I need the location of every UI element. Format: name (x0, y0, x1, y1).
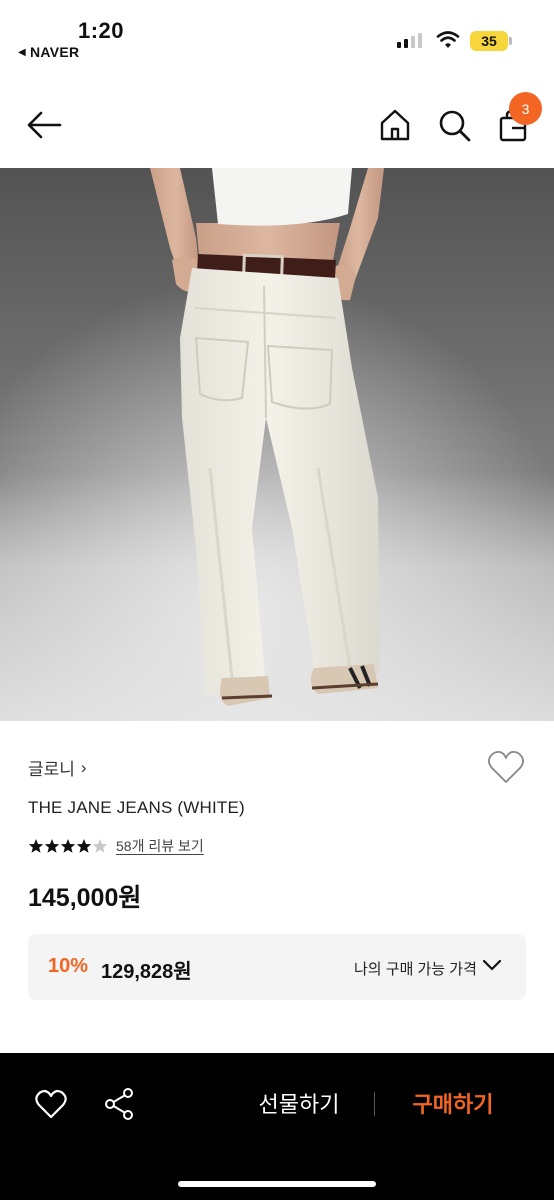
back-triangle-icon: ◀ (18, 46, 26, 58)
gift-button[interactable]: 선물하기 (240, 1085, 358, 1121)
heart-outline-icon[interactable] (486, 748, 526, 786)
product-price: 145,000원 (28, 884, 142, 912)
cellular-signal-icon (397, 33, 422, 48)
discount-rate: 10% (48, 955, 89, 977)
discount-price-box[interactable]: 10% 129,828원 나의 구매 가능 가격 (28, 934, 526, 1000)
wifi-icon (436, 31, 460, 48)
battery-tip (509, 37, 512, 45)
arrow-left-icon[interactable] (26, 108, 64, 142)
product-photo (0, 168, 554, 721)
back-app-label: NAVER (30, 44, 80, 60)
back-to-app[interactable]: ◀ NAVER (18, 44, 79, 60)
product-name: THE JANE JEANS (WHITE) (28, 798, 245, 817)
brand-name: 글로니 (28, 760, 75, 779)
rating-row: 58개 리뷰 보기 (28, 836, 204, 856)
discount-label: 나의 구매 가능 가격 (354, 961, 477, 978)
product-image[interactable] (0, 168, 554, 721)
star-rating-icon (28, 839, 108, 853)
status-bar: 1:20 ◀ NAVER 35 (0, 0, 554, 70)
discount-price: 129,828원 (101, 961, 192, 983)
cart-count-badge: 3 (509, 92, 542, 125)
home-indicator (178, 1181, 376, 1187)
chevron-right-icon: › (80, 757, 87, 777)
heart-outline-icon[interactable] (34, 1088, 68, 1120)
battery-level: 35 (481, 33, 497, 49)
search-icon[interactable] (437, 108, 471, 142)
top-nav-bar: 3 (0, 70, 554, 168)
bottom-action-bar: 선물하기 구매하기 (0, 1053, 554, 1200)
review-link[interactable]: 58개 리뷰 보기 (116, 836, 204, 856)
brand-link[interactable]: 글로니 › (28, 755, 87, 780)
bottom-bar-divider (374, 1092, 375, 1116)
buy-button[interactable]: 구매하기 (396, 1085, 510, 1121)
chevron-down-icon (482, 959, 502, 971)
share-icon[interactable] (103, 1087, 135, 1121)
status-time: 1:20 (78, 18, 125, 43)
battery-icon: 35 (470, 31, 508, 51)
home-icon[interactable] (378, 108, 412, 142)
